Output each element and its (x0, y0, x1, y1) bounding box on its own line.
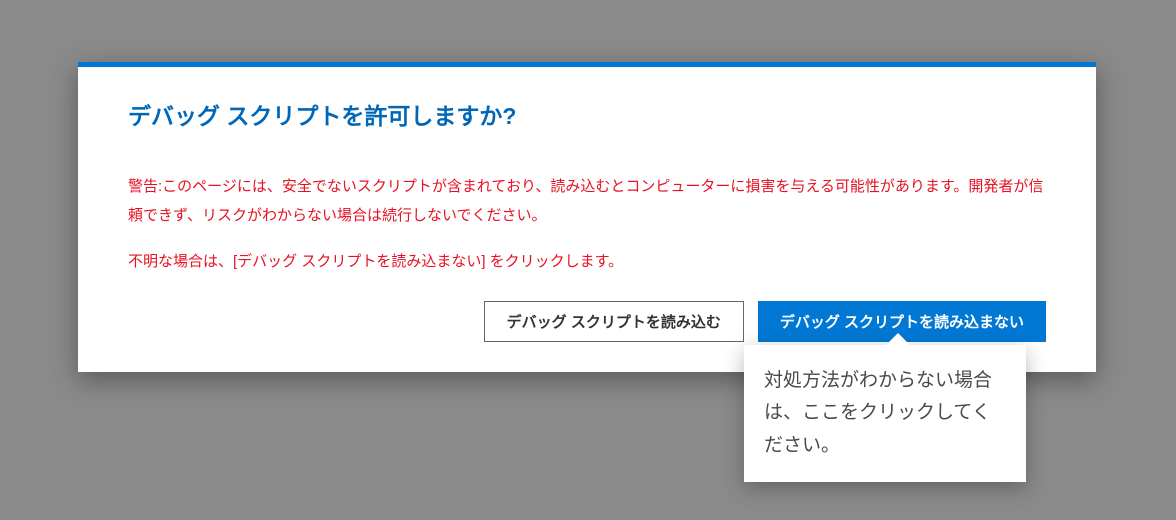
warning-message: 警告:このページには、安全でないスクリプトが含まれており、読み込むとコンピュータ… (128, 173, 1046, 230)
tooltip-text: 対処方法がわからない場合は、ここをクリックしてください。 (764, 370, 992, 456)
dialog-content: デバッグ スクリプトを許可しますか? 警告:このページには、安全でないスクリプト… (78, 67, 1096, 372)
tooltip: 対処方法がわからない場合は、ここをクリックしてください。 (744, 345, 1026, 482)
load-script-button[interactable]: デバッグ スクリプトを読み込む (484, 301, 744, 342)
dialog-title: デバッグ スクリプトを許可しますか? (128, 97, 1046, 131)
debug-script-dialog: デバッグ スクリプトを許可しますか? 警告:このページには、安全でないスクリプト… (78, 62, 1096, 372)
instruction-message: 不明な場合は、[デバッグ スクリプトを読み込まない] をクリックします。 (128, 248, 1046, 277)
